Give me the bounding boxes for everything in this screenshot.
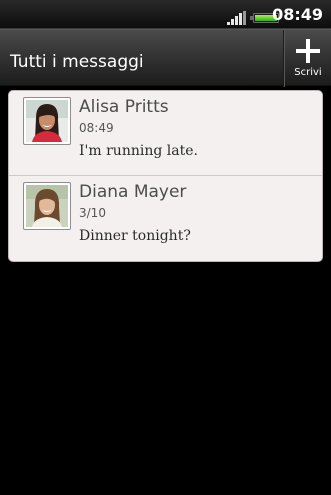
message-time: 08:49 <box>79 121 114 135</box>
contact-name: Diana Mayer <box>79 182 187 202</box>
compose-button[interactable]: Scrivi <box>283 30 331 87</box>
status-clock: 08:49 <box>272 5 323 24</box>
signal-strength-icon <box>227 11 246 25</box>
list-item[interactable]: Diana Mayer 3/10 Dinner tonight? <box>9 175 322 259</box>
contact-name: Alisa Pritts <box>79 97 169 117</box>
message-preview: I'm running late. <box>79 143 198 159</box>
message-time: 3/10 <box>79 206 106 220</box>
avatar[interactable] <box>23 182 71 230</box>
plus-icon <box>296 39 320 63</box>
messages-screen: 08:49 Tutti i messaggi Scrivi Alisa Prit… <box>0 0 331 495</box>
avatar[interactable] <box>23 97 71 145</box>
title-bar: Tutti i messaggi Scrivi <box>0 29 331 87</box>
list-item[interactable]: Alisa Pritts 08:49 I'm running late. <box>9 91 322 175</box>
status-bar: 08:49 <box>0 0 331 29</box>
contact-photo-icon <box>26 185 68 227</box>
compose-label: Scrivi <box>294 67 322 78</box>
message-list: Alisa Pritts 08:49 I'm running late. Dia… <box>8 90 323 262</box>
page-title: Tutti i messaggi <box>10 52 144 72</box>
message-preview: Dinner tonight? <box>79 228 191 244</box>
contact-photo-icon <box>26 100 68 142</box>
